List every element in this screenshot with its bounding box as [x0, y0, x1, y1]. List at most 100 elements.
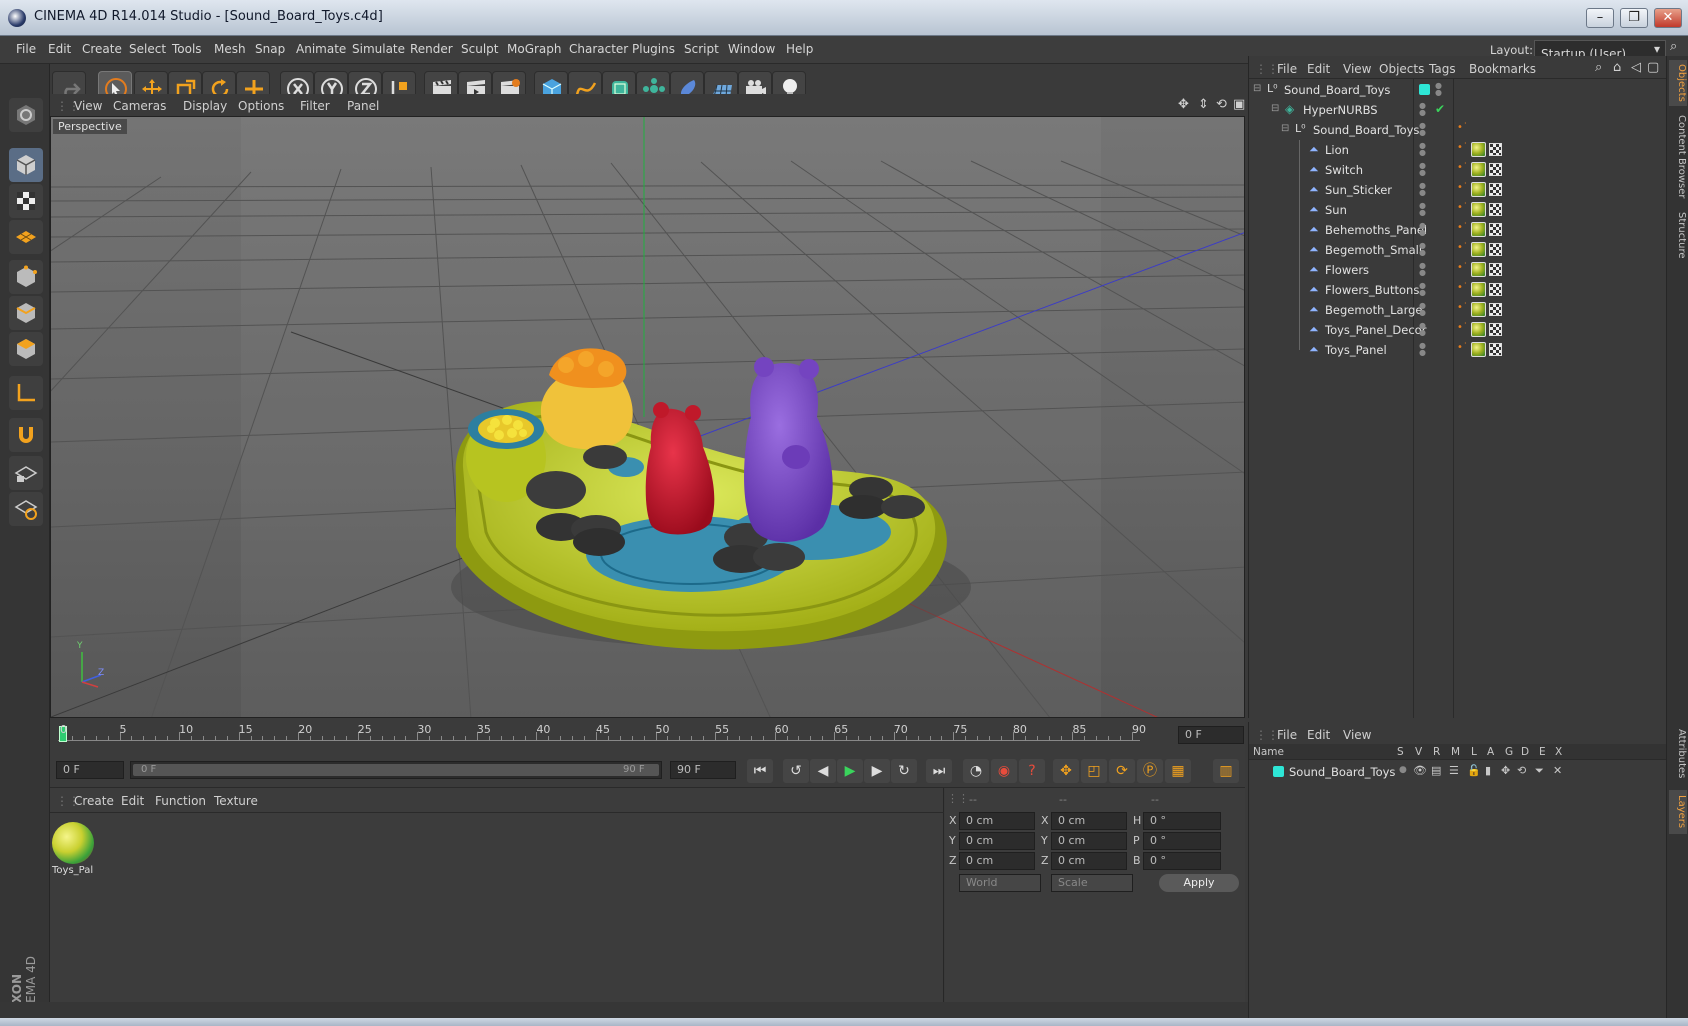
snap-button[interactable]	[9, 418, 43, 452]
start-frame-field[interactable]: 0 F	[56, 761, 124, 779]
key-parameter-button[interactable]: Ⓟ	[1137, 759, 1163, 783]
play-button[interactable]: ▶	[837, 759, 863, 783]
phong-tag-icon[interactable]: •˙	[1457, 342, 1468, 353]
object-name[interactable]: Lion	[1325, 143, 1349, 157]
object-row-begemoth-large[interactable]: ⏶ Begemoth_Large ● ● •˙	[1249, 300, 1667, 320]
uvw-tag-icon[interactable]	[1489, 143, 1502, 156]
menu-select[interactable]: Select	[129, 42, 166, 56]
key-pla-button[interactable]: ▦	[1165, 759, 1191, 783]
menu-window[interactable]: Window	[728, 42, 775, 56]
object-menu-view[interactable]: View	[1343, 62, 1371, 76]
key-rotation-button[interactable]: ⟳	[1109, 759, 1135, 783]
visibility-dots-icon[interactable]: ● ●	[1419, 242, 1426, 257]
home-icon[interactable]: ⌂	[1613, 60, 1621, 75]
timeline[interactable]: 0 5 10 15 20 25 30 35 40 45 50 55 60 65 …	[50, 718, 1245, 752]
object-row-behemoths-panel[interactable]: ⏶ Behemoths_Panel ● ● •˙	[1249, 220, 1667, 240]
eye-icon[interactable]: 👁	[1413, 764, 1427, 777]
material-tag-icon[interactable]	[1471, 342, 1486, 357]
tab-content-browser[interactable]: Content Browser	[1669, 112, 1687, 202]
object-menu-tags[interactable]: Tags	[1429, 62, 1456, 76]
make-editable-button[interactable]	[9, 98, 43, 132]
panel-grip-icon[interactable]: ⋮⋮	[947, 792, 969, 805]
phong-tag-icon[interactable]: •˙	[1457, 282, 1468, 293]
new-panel-icon[interactable]: ▢	[1647, 60, 1659, 75]
key-scale-button[interactable]: ◰	[1081, 759, 1107, 783]
panel-grip-icon[interactable]: ⋮⋮	[1255, 62, 1279, 76]
uvw-tag-icon[interactable]	[1489, 203, 1502, 216]
collapse-icon[interactable]: ⊟	[1281, 123, 1289, 134]
locked-workplane-button[interactable]	[9, 456, 43, 490]
animation-icon[interactable]: ▮	[1485, 764, 1491, 777]
viewport-menu-filter[interactable]: Filter	[300, 99, 330, 113]
viewport-maximize-icon[interactable]: ▣	[1233, 97, 1245, 112]
layer-row[interactable]: Sound_Board_Toys ● 👁 ▤ ☰ 🔓 ▮ ✥ ⟲ ⏷ ✕	[1249, 762, 1667, 782]
menu-file[interactable]: File	[16, 42, 36, 56]
menu-create[interactable]: Create	[82, 42, 122, 56]
record-keys-button[interactable]: ◔	[963, 759, 989, 783]
object-menu-objects[interactable]: Objects	[1379, 62, 1424, 76]
menu-edit[interactable]: Edit	[48, 42, 71, 56]
search-icon[interactable]: ⌕	[1595, 60, 1602, 75]
tab-structure[interactable]: Structure	[1669, 208, 1687, 262]
viewport-menu-cameras[interactable]: Cameras	[113, 99, 166, 113]
checkmark-icon[interactable]: ✔	[1435, 102, 1445, 116]
scale-mode-select[interactable]: Scale	[1051, 874, 1133, 892]
phong-tag-icon[interactable]: •˙	[1457, 122, 1468, 133]
timeline-window-button[interactable]: ▥	[1213, 759, 1239, 783]
material-tag-icon[interactable]	[1471, 182, 1486, 197]
layer-name[interactable]: Sound_Board_Toys	[1289, 765, 1395, 779]
phong-tag-icon[interactable]: •˙	[1457, 242, 1468, 253]
object-row-group[interactable]: ⊟ L⁰ Sound_Board_Toys ● ● •˙	[1249, 120, 1667, 140]
visibility-dots-icon[interactable]: ● ●	[1419, 222, 1426, 237]
size-z-field[interactable]: 0 cm	[1051, 852, 1127, 870]
uvw-tag-icon[interactable]	[1489, 303, 1502, 316]
preview-range-slider[interactable]: 0 F 90 F	[130, 761, 662, 779]
rotation-p-field[interactable]: 0 °	[1143, 832, 1221, 850]
visibility-dots-icon[interactable]: ● ●	[1419, 182, 1426, 197]
polygons-mode-button[interactable]	[9, 332, 43, 366]
menu-animate[interactable]: Animate	[296, 42, 346, 56]
points-mode-button[interactable]	[9, 260, 43, 294]
rotation-h-field[interactable]: 0 °	[1143, 812, 1221, 830]
menu-character[interactable]: Character	[569, 42, 628, 56]
uvw-tag-icon[interactable]	[1489, 263, 1502, 276]
phong-tag-icon[interactable]: •˙	[1457, 322, 1468, 333]
uvw-tag-icon[interactable]	[1489, 223, 1502, 236]
material-swatch[interactable]: Toys_Pal	[50, 820, 96, 878]
uvw-tag-icon[interactable]	[1489, 283, 1502, 296]
tab-layers[interactable]: Layers	[1669, 790, 1687, 834]
material-menu-function[interactable]: Function	[155, 794, 206, 808]
visibility-dots-icon[interactable]: ● ●	[1419, 162, 1426, 177]
visibility-dots-icon[interactable]: ● ●	[1419, 142, 1426, 157]
viewport-rotate-icon[interactable]: ⟲	[1216, 97, 1227, 112]
object-name[interactable]: HyperNURBS	[1303, 103, 1378, 117]
go-to-start-button[interactable]: ⏮	[747, 759, 773, 783]
uvw-tag-icon[interactable]	[1489, 323, 1502, 336]
keyframe-selection-button[interactable]: ?	[1019, 759, 1045, 783]
visibility-dots-icon[interactable]: ● ●	[1419, 302, 1426, 317]
model-mode-button[interactable]	[9, 148, 43, 182]
material-tag-icon[interactable]	[1471, 162, 1486, 177]
size-y-field[interactable]: 0 cm	[1051, 832, 1127, 850]
search-icon[interactable]: ⌕	[1670, 39, 1677, 54]
phong-tag-icon[interactable]: •˙	[1457, 302, 1468, 313]
workplane-mode-button[interactable]	[9, 220, 43, 254]
visibility-dots-icon[interactable]: ● ●	[1435, 82, 1442, 97]
menu-help[interactable]: Help	[786, 42, 813, 56]
back-icon[interactable]: ◁	[1631, 60, 1641, 75]
material-tag-icon[interactable]	[1471, 222, 1486, 237]
size-x-field[interactable]: 0 cm	[1051, 812, 1127, 830]
menu-tools[interactable]: Tools	[172, 42, 202, 56]
collapse-icon[interactable]: ⊟	[1271, 103, 1279, 114]
generator-icon[interactable]: ✥	[1501, 764, 1510, 777]
position-z-field[interactable]: 0 cm	[959, 852, 1035, 870]
object-row-begemoth-small[interactable]: ⏶ Begemoth_Small ● ● •˙	[1249, 240, 1667, 260]
panel-grip-icon[interactable]: ⋮⋮	[1255, 728, 1279, 742]
viewport-menu-view[interactable]: View	[74, 99, 102, 113]
menu-snap[interactable]: Snap	[255, 42, 285, 56]
viewport-menu-panel[interactable]: Panel	[347, 99, 379, 113]
material-tag-icon[interactable]	[1471, 202, 1486, 217]
object-menu-file[interactable]: File	[1277, 62, 1297, 76]
object-name[interactable]: Sound_Board_Toys	[1313, 123, 1419, 137]
object-row-switch[interactable]: ⏶ Switch ● ● •˙	[1249, 160, 1667, 180]
